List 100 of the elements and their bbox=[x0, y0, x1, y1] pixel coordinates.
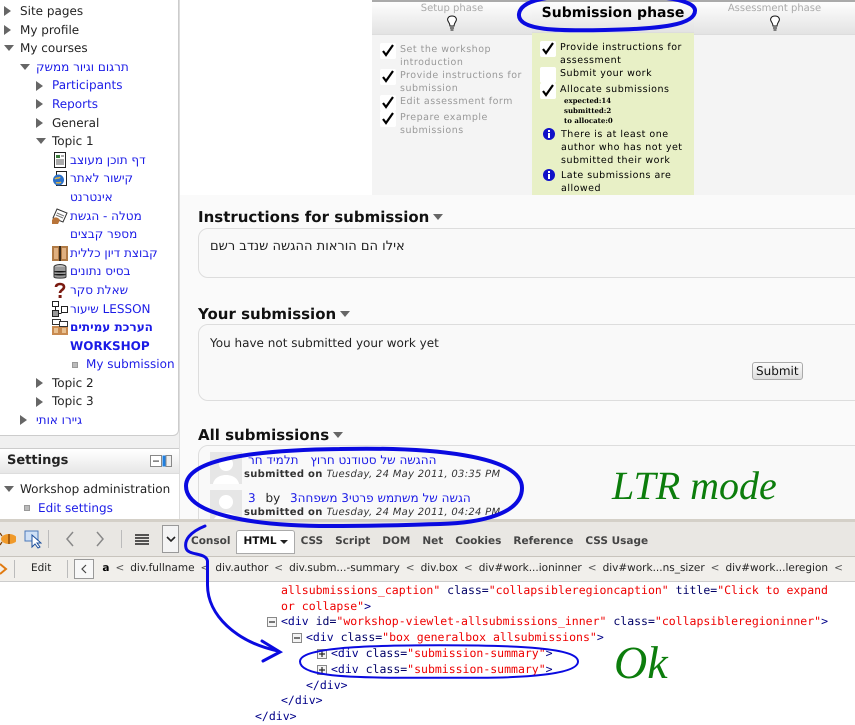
caret-down-icon[interactable] bbox=[20, 64, 30, 70]
settings-title: Settings bbox=[7, 452, 68, 470]
caret-down-icon[interactable] bbox=[333, 432, 344, 438]
submission-link[interactable]: 3 bbox=[248, 491, 256, 505]
tree-item[interactable]: Topic 1 bbox=[52, 132, 96, 151]
submission-link[interactable]: ההגשה של סטודנט חרוץ bbox=[310, 453, 436, 467]
breadcrumb-separator: < bbox=[586, 560, 598, 576]
caret-right-icon[interactable] bbox=[36, 99, 43, 110]
tree-link[interactable]: דף תוכן מעוצב bbox=[70, 150, 148, 170]
submission-link[interactable]: תלמיד חר bbox=[248, 453, 299, 467]
author-label: by bbox=[265, 491, 280, 505]
caret-right-icon[interactable] bbox=[20, 415, 27, 426]
globe-icon bbox=[52, 170, 68, 187]
back-button[interactable] bbox=[74, 558, 94, 579]
breadcrumb-link[interactable]: div.subm...-summary bbox=[287, 560, 402, 577]
breadcrumb-link[interactable]: div.author bbox=[213, 560, 270, 577]
devtools-tab[interactable]: HTML bbox=[236, 530, 295, 554]
caret-down-icon[interactable] bbox=[4, 45, 14, 52]
tree-item[interactable]: Workshop administration bbox=[20, 480, 172, 499]
section-heading[interactable]: All submissions bbox=[198, 424, 330, 446]
devtools-tab[interactable]: Reference bbox=[507, 530, 580, 554]
info-note: There is at least one author who has not yet submitted their work bbox=[561, 128, 684, 167]
collapse-toggle-icon[interactable] bbox=[267, 617, 277, 628]
section-heading[interactable]: Your submission bbox=[198, 302, 336, 326]
tree-link[interactable]: My submission bbox=[86, 355, 177, 374]
caret-down-icon[interactable] bbox=[36, 138, 46, 144]
phase-title: Assessment phase bbox=[728, 2, 822, 15]
devtools-tab[interactable]: Consol bbox=[185, 530, 236, 554]
caret-right-icon[interactable] bbox=[4, 24, 11, 35]
breadcrumb-link[interactable]: a bbox=[100, 560, 112, 577]
code-line: <div class="submission-summary"> bbox=[331, 646, 553, 662]
database-icon bbox=[52, 264, 68, 280]
breadcrumb-link[interactable]: div#work...ioninner bbox=[476, 560, 584, 577]
code-line: allsubmissions_caption" class="collapsibleregioncaption" title="Click to expand or collapse"> bbox=[281, 582, 829, 614]
people-comments-icon bbox=[52, 319, 68, 336]
caret-right-icon[interactable] bbox=[4, 6, 11, 16]
submit-button[interactable]: Submit bbox=[752, 362, 803, 380]
task-label: Allocate submissions bbox=[560, 83, 670, 96]
tree-link[interactable]: קישור לאתר אינטרנט bbox=[70, 169, 174, 207]
tree-link[interactable]: Participants bbox=[52, 76, 124, 95]
submitted-date: submitted on Tuesday, 24 May 2011, 03:35 PM bbox=[244, 468, 500, 482]
caret-right-icon[interactable] bbox=[36, 378, 43, 388]
breadcrumb-link[interactable]: div.box bbox=[418, 560, 460, 577]
dropdown-button[interactable] bbox=[162, 524, 179, 553]
tree-link[interactable]: שאלת סקר bbox=[70, 280, 130, 300]
info-icon bbox=[543, 128, 555, 140]
tree-item[interactable]: General bbox=[52, 114, 102, 132]
breadcrumb-link[interactable]: div#work...ns_sizer bbox=[600, 560, 707, 577]
code-line: </div> bbox=[281, 693, 323, 710]
breadcrumb-link[interactable]: div#work...leregion bbox=[723, 560, 830, 577]
breadcrumb-separator: < bbox=[710, 560, 720, 576]
tree-item[interactable]: Topic 2 bbox=[52, 374, 96, 392]
tree-link[interactable]: Edit settings bbox=[38, 499, 115, 518]
tree-item[interactable]: Site pages bbox=[20, 2, 86, 21]
people-icon bbox=[52, 245, 68, 262]
caret-right-icon[interactable] bbox=[36, 80, 43, 91]
chevron-down-icon bbox=[166, 536, 176, 542]
caret-down-icon[interactable] bbox=[340, 311, 350, 317]
caret-down-icon[interactable] bbox=[433, 214, 444, 220]
breadcrumb-link[interactable]: div.fullname bbox=[128, 560, 197, 577]
handwritten-note: Ok bbox=[614, 640, 668, 686]
code-line: </div> bbox=[306, 678, 348, 694]
tree-item[interactable]: My courses bbox=[20, 39, 90, 58]
submission-link[interactable]: הגשה של משתמש פרטי3 משפחה3 bbox=[290, 491, 471, 505]
handwritten-note: LTR mode bbox=[612, 466, 777, 506]
tree-item[interactable]: My profile bbox=[20, 20, 82, 40]
code-line: <div id="workshop-viewlet-allsubmissions_inner" class="collapsibleregioninner"> bbox=[281, 614, 828, 630]
breadcrumb-separator: < bbox=[404, 560, 416, 576]
tree-link[interactable]: Reports bbox=[52, 94, 100, 114]
tree-link[interactable]: תרגום וגיור ממשק bbox=[36, 58, 131, 76]
chevron-left-icon bbox=[80, 564, 88, 574]
devtools-tab[interactable]: CSS bbox=[294, 530, 330, 554]
tree-link[interactable]: קבוצת דיון כללית bbox=[70, 244, 160, 262]
caret-right-icon[interactable] bbox=[36, 396, 43, 407]
tree-link[interactable]: שיעור LESSON bbox=[70, 300, 152, 318]
tree-link[interactable]: הערכת עמיתים WORKSHOP bbox=[70, 318, 174, 356]
devtools-tab[interactable]: Net bbox=[416, 530, 450, 554]
dock-icon[interactable] bbox=[150, 455, 172, 467]
task-label: Edit assessment form bbox=[400, 95, 513, 108]
tree-link[interactable]: גיירו אותי bbox=[36, 411, 84, 430]
document-icon bbox=[52, 152, 68, 168]
edit-button[interactable]: Edit bbox=[21, 558, 62, 579]
tree-link[interactable]: בסיס נתונים bbox=[70, 262, 132, 281]
devtools-tab[interactable]: DOM bbox=[376, 530, 416, 554]
task-label: Set the workshop introduction bbox=[400, 43, 492, 69]
instructions-text: אילו הם הוראות ההגשה שנדב רשם bbox=[210, 238, 406, 256]
phase-title: Submission phase bbox=[542, 4, 684, 22]
status-text: You have not submitted your work yet bbox=[210, 335, 440, 352]
devtools-tab[interactable]: Cookies bbox=[449, 530, 508, 554]
tree-link[interactable]: מטלה - הגשת מספר קבצים bbox=[70, 206, 174, 244]
chevron-right-icon bbox=[0, 560, 8, 577]
inspect-icon[interactable] bbox=[24, 528, 42, 549]
devtools-tab[interactable]: Script bbox=[329, 530, 376, 554]
devtools-tab[interactable]: CSS Usage bbox=[579, 530, 654, 554]
section-heading[interactable]: Instructions for submission bbox=[198, 206, 430, 228]
tree-item[interactable]: Topic 3 bbox=[52, 392, 96, 412]
caret-right-icon[interactable] bbox=[36, 118, 43, 128]
caret-down-icon[interactable] bbox=[4, 486, 14, 492]
expand-toggle-icon[interactable] bbox=[317, 664, 327, 675]
collapse-toggle-icon[interactable] bbox=[292, 633, 302, 644]
